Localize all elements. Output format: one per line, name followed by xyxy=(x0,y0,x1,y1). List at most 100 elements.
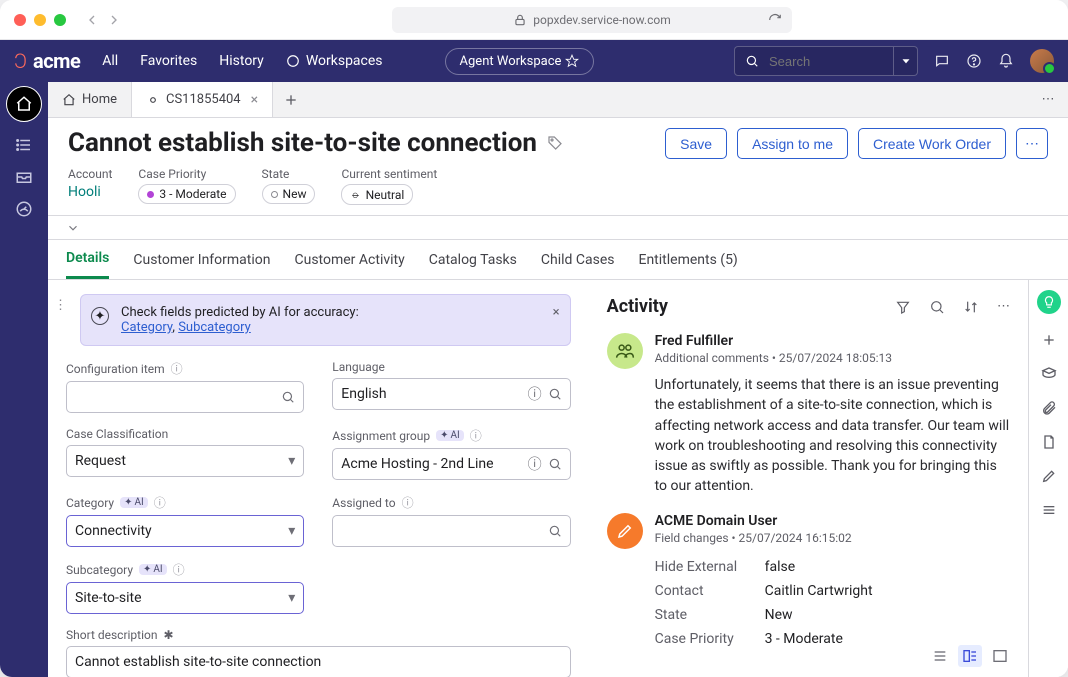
header-more-button[interactable]: ⋯ xyxy=(1016,128,1048,159)
util-knowledge-icon[interactable] xyxy=(1041,366,1057,382)
util-list-icon[interactable] xyxy=(1041,502,1057,518)
assigned-to-input[interactable] xyxy=(332,515,570,547)
field-category: Category ✦AI ⓘ Connectivity ▾ xyxy=(66,494,304,547)
field-assigned-to: Assigned toⓘ xyxy=(332,494,570,547)
info-icon[interactable]: ⓘ xyxy=(402,494,414,511)
create-work-order-button[interactable]: Create Work Order xyxy=(858,128,1006,159)
tab-strip: Home CS11855404 × ⋯ xyxy=(48,82,1068,118)
nav-all[interactable]: All xyxy=(102,53,118,69)
utility-rail xyxy=(1028,280,1068,677)
nav-history[interactable]: History xyxy=(219,53,264,69)
search-input[interactable] xyxy=(767,53,883,70)
info-icon[interactable]: ⓘ xyxy=(173,561,185,578)
subcategory-select[interactable]: Site-to-site ▾ xyxy=(66,582,304,614)
search-scope-dropdown[interactable] xyxy=(894,46,918,76)
left-rail xyxy=(0,82,48,677)
info-icon[interactable]: ⓘ xyxy=(154,494,166,511)
drag-handle-icon[interactable]: ⋮ xyxy=(54,298,67,313)
agent-assist-button[interactable] xyxy=(1037,290,1061,314)
tab-home[interactable]: Home xyxy=(48,82,132,117)
mac-max-dot[interactable] xyxy=(54,14,66,26)
refresh-icon[interactable] xyxy=(768,13,782,27)
activity-title: Activity xyxy=(607,296,668,317)
home-icon xyxy=(15,95,33,113)
account-link[interactable]: Hooli xyxy=(68,184,112,200)
tab-child-cases[interactable]: Child Cases xyxy=(541,240,615,279)
chat-icon[interactable] xyxy=(934,53,950,69)
field-configuration-item: Configuration itemⓘ xyxy=(66,360,304,413)
activity-panel: Activity ⋯ Fred Fulfille xyxy=(589,280,1028,677)
mac-close-dot[interactable] xyxy=(14,14,26,26)
ai-link-subcategory[interactable]: Subcategory xyxy=(178,320,251,335)
category-select[interactable]: Connectivity ▾ xyxy=(66,515,304,547)
util-edit-icon[interactable] xyxy=(1041,468,1057,484)
avatar-icon xyxy=(607,333,643,369)
close-tab-icon[interactable]: × xyxy=(251,92,258,108)
required-icon: ✱ xyxy=(163,628,173,642)
priority-pill: 3 - Moderate xyxy=(138,184,235,204)
ai-accuracy-banner: ✦ Check fields predicted by AI for accur… xyxy=(80,294,571,346)
ai-chip: ✦AI xyxy=(120,497,148,508)
caret-down-icon xyxy=(899,54,913,68)
rail-inbox-icon[interactable] xyxy=(15,168,33,186)
bell-icon[interactable] xyxy=(998,53,1014,69)
tab-details[interactable]: Details xyxy=(66,240,109,279)
logo-icon: C xyxy=(14,49,27,73)
rail-dashboard-icon[interactable] xyxy=(15,200,33,218)
util-document-icon[interactable] xyxy=(1041,434,1057,450)
forward-icon[interactable] xyxy=(106,12,122,28)
search-icon xyxy=(745,54,759,68)
star-icon xyxy=(565,54,579,68)
tab-customer-info[interactable]: Customer Information xyxy=(133,240,270,279)
search-icon[interactable] xyxy=(929,299,945,315)
new-tab-button[interactable] xyxy=(273,82,309,117)
tag-icon[interactable] xyxy=(547,135,563,151)
activity-entry: Fred Fulfiller Additional comments • 25/… xyxy=(607,333,1010,497)
ai-link-category[interactable]: Category xyxy=(121,320,172,335)
tab-catalog-tasks[interactable]: Catalog Tasks xyxy=(429,240,517,279)
record-title: Cannot establish site-to-site connection xyxy=(68,128,537,158)
activity-more-icon[interactable]: ⋯ xyxy=(997,299,1010,315)
back-icon[interactable] xyxy=(84,12,100,28)
global-search[interactable] xyxy=(734,46,894,76)
util-attachment-icon[interactable] xyxy=(1041,400,1057,416)
view-split-icon[interactable] xyxy=(958,645,982,667)
language-input[interactable]: English ⓘ xyxy=(332,378,570,410)
tab-record[interactable]: CS11855404 × xyxy=(132,82,273,117)
collapse-header-toggle[interactable] xyxy=(48,216,1068,240)
assignment-group-input[interactable]: Acme Hosting - 2nd Line ⓘ xyxy=(332,448,570,480)
view-layout-switcher xyxy=(932,645,1008,667)
user-avatar[interactable] xyxy=(1030,49,1054,73)
help-icon[interactable] xyxy=(966,53,982,69)
tab-entitlements[interactable]: Entitlements (5) xyxy=(638,240,737,279)
nav-favorites[interactable]: Favorites xyxy=(140,53,197,69)
tab-customer-activity[interactable]: Customer Activity xyxy=(295,240,405,279)
info-icon[interactable]: ⓘ xyxy=(171,360,183,377)
search-icon xyxy=(548,387,562,401)
tab-overflow-button[interactable]: ⋯ xyxy=(1028,82,1068,117)
rail-home-button[interactable] xyxy=(6,86,42,122)
view-list-icon[interactable] xyxy=(932,648,948,664)
util-add-icon[interactable] xyxy=(1041,332,1057,348)
filter-icon[interactable] xyxy=(895,299,911,315)
case-classification-select[interactable]: Request ▾ xyxy=(66,445,304,477)
section-tabs: Details Customer Information Customer Ac… xyxy=(48,240,1068,280)
mac-min-dot[interactable] xyxy=(34,14,46,26)
pencil-icon xyxy=(616,522,634,540)
rail-list-icon[interactable] xyxy=(15,136,33,154)
assign-to-me-button[interactable]: Assign to me xyxy=(737,128,848,159)
top-nav: C acme All Favorites History Workspaces … xyxy=(0,40,1068,82)
url-bar[interactable]: popxdev.service-now.com xyxy=(392,7,792,33)
people-icon xyxy=(615,341,635,361)
workspace-pill[interactable]: Agent Workspace xyxy=(445,48,595,75)
save-button[interactable]: Save xyxy=(665,128,727,159)
nav-workspaces[interactable]: Workspaces xyxy=(286,53,383,69)
view-full-icon[interactable] xyxy=(992,648,1008,664)
short-description-input[interactable]: Cannot establish site-to-site connection xyxy=(66,646,571,677)
search-icon xyxy=(548,524,562,538)
config-item-input[interactable] xyxy=(66,381,304,413)
brand-logo[interactable]: C acme xyxy=(14,49,80,73)
sort-icon[interactable] xyxy=(963,299,979,315)
info-icon[interactable]: ⓘ xyxy=(470,427,482,444)
banner-close-icon[interactable]: × xyxy=(553,305,560,320)
